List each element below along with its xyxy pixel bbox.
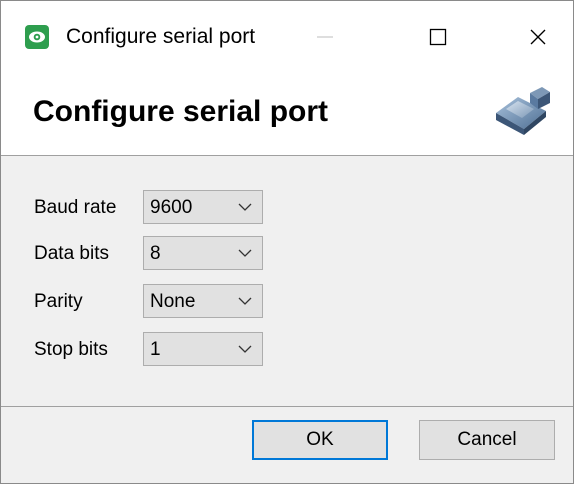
stop-bits-value: 1 — [150, 339, 161, 360]
header-title: Configure serial port — [33, 95, 329, 128]
dialog-body: Baud rate 9600 Data bits 8 Parity None S… — [1, 156, 573, 406]
serial-connector-icon — [496, 87, 550, 135]
baud-rate-select[interactable]: 9600 — [143, 190, 263, 224]
eye-icon — [25, 25, 49, 49]
minimize-icon — [317, 36, 333, 38]
data-bits-label: Data bits — [34, 243, 109, 264]
close-button[interactable] — [513, 11, 563, 63]
chevron-down-icon — [238, 297, 252, 305]
chevron-down-icon — [238, 203, 252, 211]
stop-bits-label: Stop bits — [34, 339, 108, 360]
chevron-down-icon — [238, 345, 252, 353]
configure-serial-port-dialog: Configure serial port Configure serial p… — [0, 0, 574, 484]
data-bits-value: 8 — [150, 243, 161, 264]
parity-value: None — [150, 291, 196, 312]
stop-bits-select[interactable]: 1 — [143, 332, 263, 366]
window-title: Configure serial port — [66, 25, 256, 48]
maximize-button[interactable] — [413, 11, 463, 63]
data-bits-select[interactable]: 8 — [143, 236, 263, 270]
maximize-icon — [429, 28, 447, 46]
ok-button[interactable]: OK — [252, 420, 388, 460]
chevron-down-icon — [238, 249, 252, 257]
cancel-button[interactable]: Cancel — [419, 420, 555, 460]
close-icon — [530, 29, 546, 45]
title-bar[interactable]: Configure serial port — [1, 1, 573, 71]
parity-label: Parity — [34, 291, 83, 312]
minimize-button[interactable] — [300, 11, 350, 63]
parity-select[interactable]: None — [143, 284, 263, 318]
baud-rate-value: 9600 — [150, 197, 193, 218]
baud-rate-label: Baud rate — [34, 197, 117, 218]
dialog-header: Configure serial port — [1, 71, 573, 156]
footer-divider — [1, 406, 573, 407]
